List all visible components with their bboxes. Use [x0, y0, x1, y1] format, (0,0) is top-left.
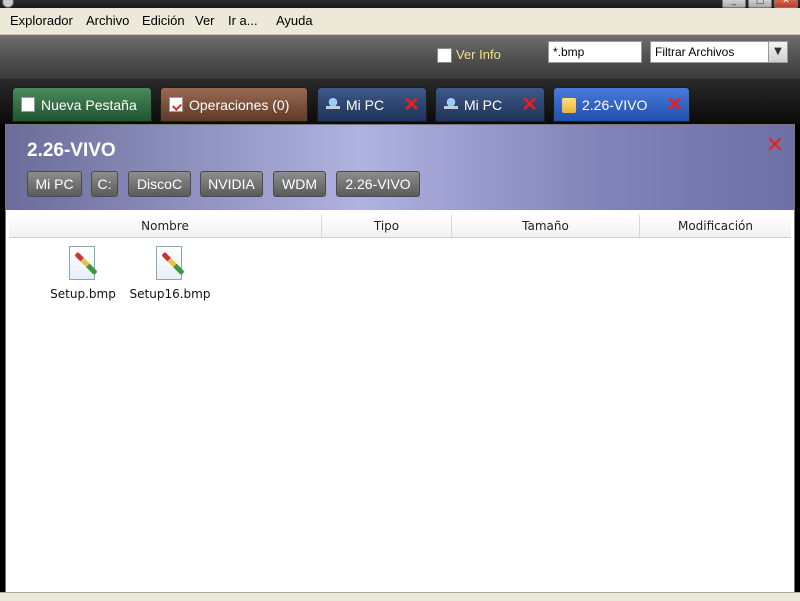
close-panel-icon[interactable]: ✕	[766, 133, 784, 158]
current-folder-title: 2.26-VIVO	[27, 140, 116, 161]
breadcrumb-nvidia[interactable]: NVIDIA	[200, 171, 263, 197]
bitmap-file-icon	[153, 245, 187, 283]
menu-ver[interactable]: Ver	[195, 13, 215, 28]
tab-label: 2.26-VIVO	[582, 96, 648, 113]
breadcrumb-2-26-vivo[interactable]: 2.26-VIVO	[336, 171, 420, 197]
new-document-icon	[21, 97, 35, 112]
tab-operaciones[interactable]: Operaciones (0)	[160, 87, 308, 122]
computer-icon	[326, 97, 340, 112]
menu-ir-a[interactable]: Ir a...	[228, 13, 258, 28]
minimize-button[interactable]: _	[722, 0, 746, 8]
column-tipo[interactable]: Tipo	[322, 215, 452, 237]
ver-info-checkbox[interactable]	[437, 48, 452, 63]
tab-2-26-vivo[interactable]: 2.26-VIVO ✕	[553, 87, 690, 122]
file-name: Setup16.bmp	[129, 287, 211, 301]
menu-ayuda[interactable]: Ayuda	[276, 13, 313, 28]
chevron-down-icon[interactable]: ▼	[768, 42, 787, 62]
tab-mi-pc-2[interactable]: Mi PC ✕	[435, 87, 545, 122]
tab-label: Nueva Pestaña	[41, 96, 137, 113]
bitmap-file-icon	[66, 245, 100, 283]
breadcrumb-wdm[interactable]: WDM	[273, 171, 326, 197]
title-bar: _ □ ✕	[0, 0, 800, 8]
menu-bar: Explorador Archivo Edición Ver Ir a... A…	[0, 8, 800, 35]
close-tab-icon[interactable]: ✕	[521, 95, 538, 115]
explorer-panel: 2.26-VIVO ✕ Mi PC C: DiscoC NVIDIA WDM 2…	[5, 124, 795, 596]
column-modificacion[interactable]: Modificación	[640, 215, 791, 237]
tab-label: Operaciones (0)	[189, 96, 290, 113]
menu-explorador[interactable]: Explorador	[10, 13, 73, 28]
breadcrumb-mi-pc[interactable]: Mi PC	[27, 171, 82, 197]
window-controls: _ □ ✕	[722, 0, 798, 8]
tab-nueva-pestana[interactable]: Nueva Pestaña	[12, 87, 152, 122]
maximize-button[interactable]: □	[748, 0, 772, 8]
file-item[interactable]: Setup16.bmp	[125, 245, 215, 301]
path-bar: 2.26-VIVO ✕ Mi PC C: DiscoC NVIDIA WDM 2…	[6, 125, 794, 210]
close-window-button[interactable]: ✕	[774, 0, 798, 8]
close-tab-icon[interactable]: ✕	[666, 95, 683, 115]
tab-label: Mi PC	[346, 96, 385, 113]
app-icon	[2, 0, 14, 8]
tab-strip: Nueva Pestaña Operaciones (0) Mi PC ✕ Mi…	[0, 79, 800, 124]
column-header: Nombre Tipo Tamaño Modificación	[9, 215, 791, 238]
column-tamano[interactable]: Tamaño	[452, 215, 640, 237]
operations-icon	[169, 97, 183, 112]
column-nombre[interactable]: Nombre	[9, 215, 322, 237]
breadcrumb-discoc[interactable]: DiscoC	[128, 171, 191, 197]
toolbar: Ver Info Filtrar Archivos ▼	[0, 35, 800, 79]
breadcrumb-c[interactable]: C:	[91, 171, 118, 197]
file-name: Setup.bmp	[50, 287, 116, 301]
menu-archivo[interactable]: Archivo	[86, 13, 129, 28]
tab-label: Mi PC	[464, 96, 503, 113]
folder-open-icon	[562, 98, 576, 113]
computer-icon	[444, 97, 458, 112]
ver-info-label: Ver Info	[456, 47, 501, 62]
filter-pattern-input[interactable]	[548, 41, 642, 63]
filter-files-select[interactable]: Filtrar Archivos ▼	[650, 41, 788, 63]
close-tab-icon[interactable]: ✕	[403, 95, 420, 115]
file-item[interactable]: Setup.bmp	[38, 245, 128, 301]
filter-select-value: Filtrar Archivos	[655, 45, 735, 59]
menu-edicion[interactable]: Edición	[142, 13, 185, 28]
tab-mi-pc-1[interactable]: Mi PC ✕	[317, 87, 427, 122]
